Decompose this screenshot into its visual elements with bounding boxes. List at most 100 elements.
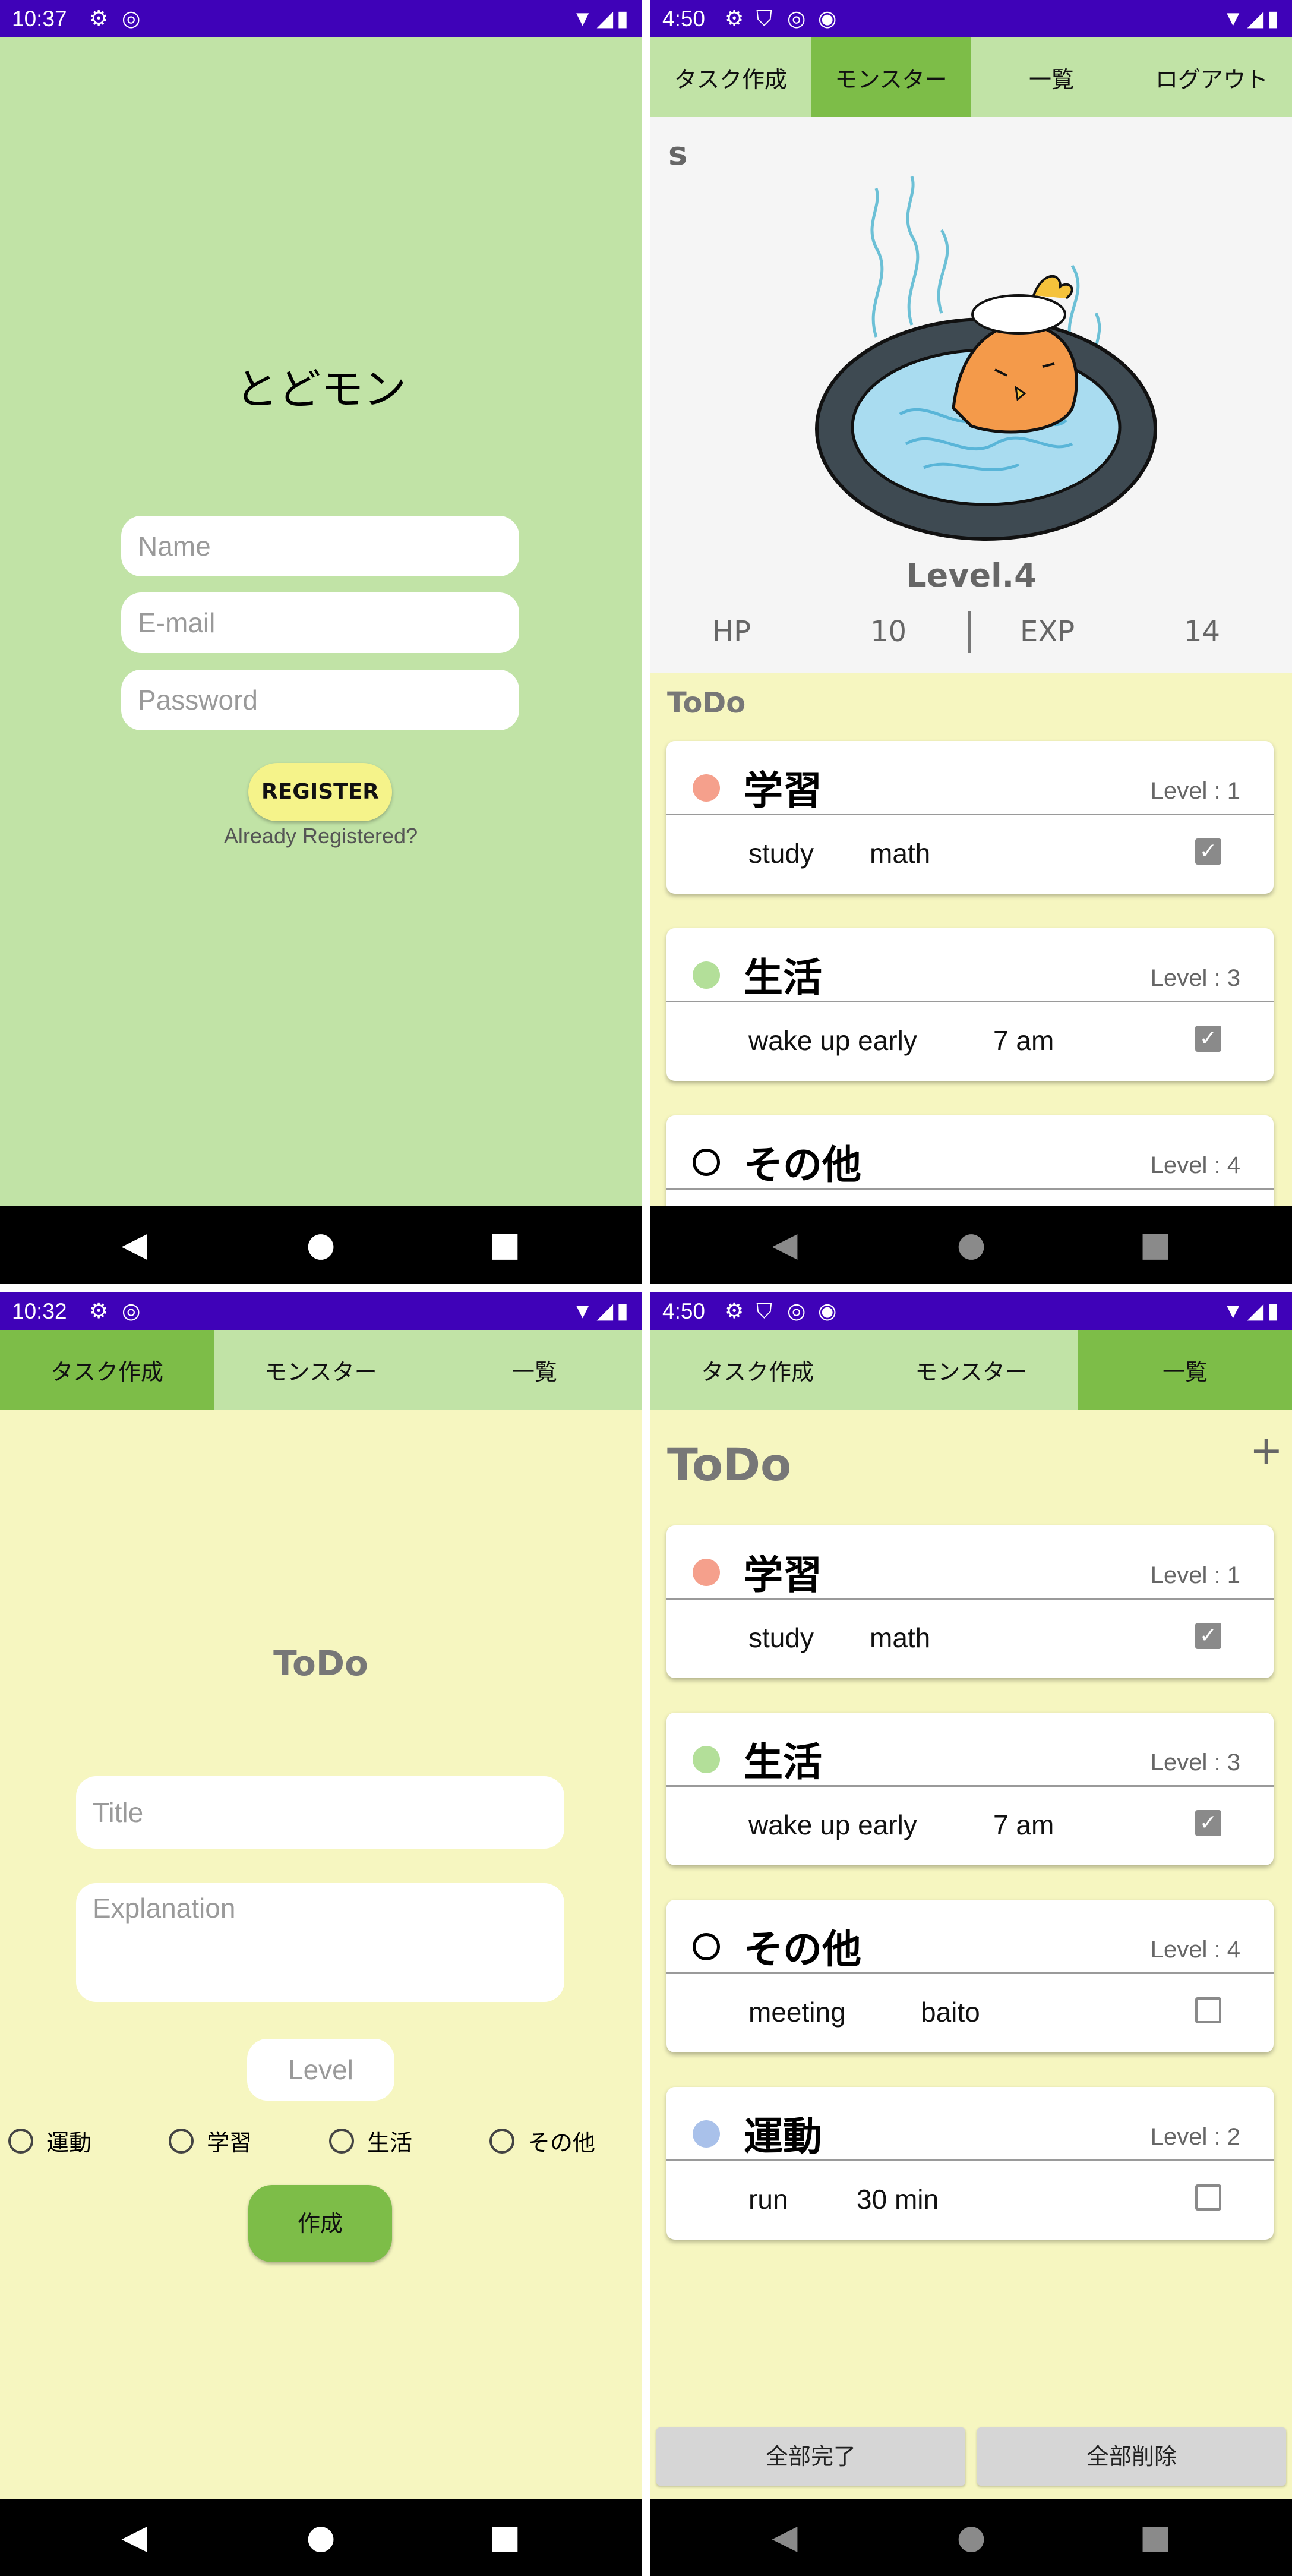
card-detail: baito: [921, 1997, 980, 2028]
form-heading: ToDo: [273, 1643, 368, 1683]
todo-card[interactable]: 学習 Level : 1 study math ✓: [666, 1525, 1274, 1678]
card-detail: 30 min: [857, 2184, 939, 2215]
tab-list[interactable]: 一覧: [1078, 1330, 1292, 1410]
screen-gutter-horizontal: [0, 1284, 1292, 1292]
navigation-bar: ◀ ● ■: [0, 1206, 642, 1284]
tab-bar: タスク作成 モンスター 一覧: [0, 1330, 642, 1410]
add-icon[interactable]: +: [1252, 1422, 1281, 1481]
register-screen: 10:37 ⚙ ◎ ▼◢▮ とどモン Name E-mail Password …: [0, 0, 642, 1284]
monster-level: Level.4: [906, 557, 1037, 594]
card-title: wake up early: [748, 1809, 917, 1840]
tab-monster[interactable]: モンスター: [811, 37, 971, 117]
category-dot: [693, 1933, 720, 1960]
category-dot: [693, 774, 720, 802]
settings-icon: ⚙: [725, 6, 744, 30]
status-time: 10:37: [12, 7, 67, 31]
back-icon[interactable]: ◀: [766, 1226, 804, 1264]
card-level: Level : 1: [1150, 778, 1240, 804]
todo-card[interactable]: その他 Level : 4: [666, 1115, 1274, 1206]
radio-other[interactable]: その他: [489, 2124, 595, 2157]
back-icon[interactable]: ◀: [115, 2518, 153, 2556]
card-divider: [666, 2159, 1274, 2161]
category-dot: [693, 1746, 720, 1773]
home-icon[interactable]: ●: [952, 2518, 990, 2556]
card-level: Level : 4: [1150, 1937, 1240, 1963]
create-button[interactable]: 作成: [248, 2185, 392, 2262]
done-checkbox[interactable]: [1195, 1997, 1221, 2023]
card-title: study: [748, 1622, 814, 1653]
recents-icon[interactable]: ■: [486, 2518, 524, 2556]
home-icon[interactable]: ●: [302, 1226, 340, 1264]
card-divider: [666, 814, 1274, 815]
register-button[interactable]: REGISTER: [248, 763, 392, 821]
done-checkbox[interactable]: ✓: [1195, 1026, 1221, 1052]
todo-card[interactable]: 運動 Level : 2 run 30 min: [666, 2087, 1274, 2240]
signal-battery-icon: ▼◢▮: [1222, 6, 1282, 30]
todo-card[interactable]: 学習 Level : 1 study math ✓: [666, 741, 1274, 894]
card-level: Level : 1: [1150, 1562, 1240, 1588]
home-icon[interactable]: ●: [302, 2518, 340, 2556]
tab-monster[interactable]: モンスター: [214, 1330, 428, 1410]
navigation-bar: ◀ ● ■: [0, 2499, 642, 2576]
navigation-bar: ◀ ● ■: [650, 1206, 1292, 1284]
exp-value: 14: [1184, 615, 1221, 648]
card-category: 生活: [744, 955, 822, 1001]
status-time: 4:50: [662, 1299, 706, 1323]
todo-card[interactable]: その他 Level : 4 meeting baito: [666, 1900, 1274, 2052]
done-checkbox[interactable]: ✓: [1195, 1810, 1221, 1836]
title-input[interactable]: Title: [76, 1776, 564, 1849]
card-divider: [666, 1598, 1274, 1600]
explanation-input[interactable]: Explanation: [76, 1883, 564, 2002]
card-detail: 7 am: [993, 1025, 1054, 1056]
tab-create-task[interactable]: タスク作成: [650, 1330, 864, 1410]
card-divider: [666, 1188, 1274, 1190]
back-icon[interactable]: ◀: [115, 1226, 153, 1264]
tab-logout[interactable]: ログアウト: [1132, 37, 1292, 117]
recents-icon[interactable]: ■: [1136, 2518, 1174, 2556]
complete-all-button[interactable]: 全部完了: [656, 2427, 965, 2486]
radio-exercise[interactable]: 運動: [8, 2124, 91, 2157]
name-input[interactable]: Name: [121, 516, 519, 576]
settings-icon: ⚙: [89, 6, 109, 30]
recents-icon[interactable]: ■: [1136, 1226, 1174, 1264]
card-divider: [666, 1001, 1274, 1002]
monster-todo-list: 学習 Level : 1 study math ✓ 生活 Level : 3 w…: [650, 713, 1292, 1206]
already-registered-link[interactable]: Already Registered?: [0, 824, 642, 849]
stat-divider: [968, 611, 971, 653]
card-detail: math: [870, 1622, 931, 1653]
password-input[interactable]: Password: [121, 670, 519, 730]
card-divider: [666, 1785, 1274, 1787]
tab-create-task[interactable]: タスク作成: [650, 37, 811, 117]
monster-panel: s Level.4 HP 10 EXP 14: [650, 117, 1292, 673]
exp-label: EXP: [1020, 615, 1075, 648]
create-task-screen: 10:32 ⚙ ◎ ▼◢▮ タスク作成 モンスター 一覧 ToDo Title …: [0, 1292, 642, 2576]
delete-all-button[interactable]: 全部削除: [977, 2427, 1286, 2486]
todo-card[interactable]: 生活 Level : 3 wake up early 7 am ✓: [666, 928, 1274, 1081]
home-icon[interactable]: ●: [952, 1226, 990, 1264]
card-divider: [666, 1972, 1274, 1974]
vpn-icon: ◎: [787, 1298, 806, 1323]
radio-circle-icon: [489, 2128, 514, 2154]
tab-list[interactable]: 一覧: [971, 37, 1132, 117]
todo-card[interactable]: 生活 Level : 3 wake up early 7 am ✓: [666, 1713, 1274, 1865]
radio-study[interactable]: 学習: [169, 2124, 252, 2157]
radio-life[interactable]: 生活: [329, 2124, 412, 2157]
list-heading: ToDo: [667, 1438, 792, 1491]
card-category: 運動: [744, 2114, 822, 2159]
tab-create-task[interactable]: タスク作成: [0, 1330, 214, 1410]
card-detail: 7 am: [993, 1809, 1054, 1840]
tab-monster[interactable]: モンスター: [864, 1330, 1078, 1410]
done-checkbox[interactable]: ✓: [1195, 1623, 1221, 1649]
card-category: 生活: [744, 1739, 822, 1785]
back-icon[interactable]: ◀: [766, 2518, 804, 2556]
recents-icon[interactable]: ■: [486, 1226, 524, 1264]
level-input[interactable]: Level: [247, 2039, 394, 2101]
done-checkbox[interactable]: ✓: [1195, 838, 1221, 865]
done-checkbox[interactable]: [1195, 2184, 1221, 2211]
email-input[interactable]: E-mail: [121, 592, 519, 653]
chrome-icon: ◉: [818, 6, 837, 30]
vpn-icon: ◎: [122, 1298, 141, 1323]
status-bar: 10:32 ⚙ ◎ ▼◢▮: [0, 1292, 642, 1330]
card-title: meeting: [748, 1997, 846, 2028]
tab-list[interactable]: 一覧: [428, 1330, 642, 1410]
